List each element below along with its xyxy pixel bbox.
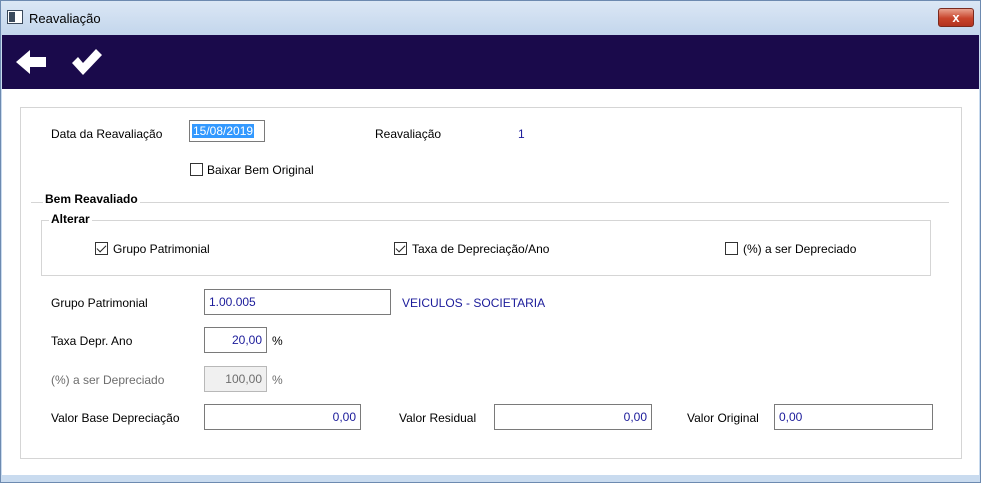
taxa-depr-input[interactable]: 20,00: [204, 327, 267, 353]
alterar-percent-label: (%) a ser Depreciado: [743, 242, 857, 256]
percent-depreciado-unit: %: [272, 373, 283, 387]
grupo-patrimonial-input[interactable]: 1.00.005: [204, 289, 391, 315]
data-reavaliacao-label: Data da Reavaliação: [51, 127, 163, 141]
valor-residual-label: Valor Residual: [399, 411, 477, 425]
valor-original-input[interactable]: 0,00: [774, 404, 933, 430]
toolbar: [2, 35, 979, 89]
window-title: Reavaliação: [29, 11, 101, 26]
back-button[interactable]: [12, 43, 52, 81]
content-area: Data da Reavaliação 15/08/2019 Reavaliaç…: [2, 89, 979, 475]
reavaliacao-value: 1: [518, 127, 525, 141]
arrow-left-icon: [16, 50, 46, 74]
window-icon: [7, 10, 23, 24]
alterar-title: Alterar: [49, 212, 92, 226]
valor-base-input[interactable]: 0,00: [204, 404, 361, 430]
percent-depreciado-input[interactable]: 100,00: [204, 366, 267, 392]
valor-original-label: Valor Original: [687, 411, 759, 425]
valor-base-label: Valor Base Depreciação: [51, 411, 180, 425]
alterar-grupo-label: Grupo Patrimonial: [113, 242, 210, 256]
checkmark-icon: [72, 49, 102, 75]
form-panel: Data da Reavaliação 15/08/2019 Reavaliaç…: [20, 107, 962, 459]
alterar-percent-checkbox[interactable]: [725, 242, 738, 255]
reavaliacao-label: Reavaliação: [375, 127, 442, 141]
alterar-grupo-checkbox[interactable]: [95, 242, 108, 255]
data-reavaliacao-input[interactable]: 15/08/2019: [189, 120, 265, 142]
taxa-depr-label: Taxa Depr. Ano: [51, 334, 133, 348]
data-reavaliacao-value: 15/08/2019: [192, 124, 255, 138]
bem-reavaliado-title: Bem Reavaliado: [43, 192, 140, 206]
baixar-label: Baixar Bem Original: [207, 163, 314, 177]
title-bar: Reavaliação x: [1, 1, 980, 35]
percent-depreciado-label: (%) a ser Depreciado: [51, 373, 165, 387]
grupo-patrimonial-label: Grupo Patrimonial: [51, 296, 148, 310]
confirm-button[interactable]: [66, 43, 106, 81]
baixar-checkbox[interactable]: [190, 163, 203, 176]
reavaliacao-window: Reavaliação x Data da Reavaliação 15/08/…: [0, 0, 981, 483]
valor-residual-input[interactable]: 0,00: [494, 404, 652, 430]
alterar-taxa-label: Taxa de Depreciação/Ano: [412, 242, 550, 256]
taxa-depr-unit: %: [272, 334, 283, 348]
alterar-taxa-checkbox[interactable]: [394, 242, 407, 255]
grupo-patrimonial-desc: VEICULOS - SOCIETARIA: [402, 296, 546, 310]
close-button[interactable]: x: [938, 8, 974, 27]
